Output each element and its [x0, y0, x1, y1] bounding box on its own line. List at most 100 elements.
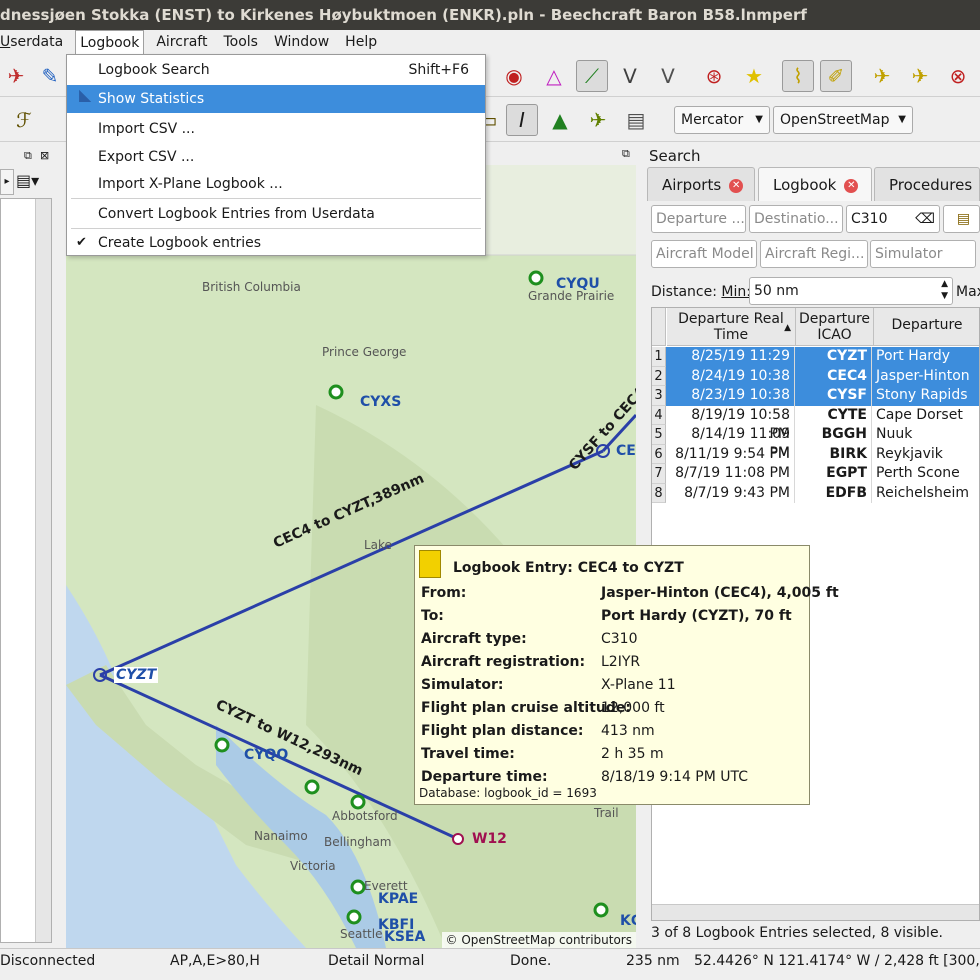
menu-item-show-statistics[interactable]: Show Statistics [67, 85, 485, 113]
table-row[interactable]: 4 8/19/19 10:58 PM CYTE Cape Dorset [652, 405, 979, 442]
menu-help[interactable]: Help [341, 30, 381, 54]
menu-item-logbook-search[interactable]: Logbook Search Shift+F6 [67, 56, 485, 84]
map-copyright: © OpenStreetMap contributors [441, 932, 636, 948]
table-cell: Stony Rapids [876, 387, 968, 403]
font-icon[interactable]: ℱ [8, 104, 40, 136]
map-label: Victoria [290, 859, 336, 873]
victor-airway-icon[interactable]: ⴸ [614, 60, 646, 92]
terrain-icon[interactable]: ▲ [544, 104, 576, 136]
radar-icon[interactable]: ◉ [498, 60, 530, 92]
column-header[interactable]: Departure [874, 308, 979, 346]
close-icon[interactable]: ✕ [729, 178, 744, 193]
table-row[interactable]: 8 8/7/19 9:43 PM EDFB Reichelsheim [652, 483, 979, 503]
close-icon[interactable]: ⊠ [40, 149, 49, 162]
tooltip-key: Simulator: [421, 677, 504, 693]
aircraft-reg-filter[interactable]: Aircraft Regi... [760, 240, 868, 268]
float-icon[interactable]: ⧉ [622, 147, 630, 161]
column-header[interactable]: Departure ICAO [796, 308, 874, 346]
table-row[interactable]: 6 8/11/19 9:54 PM BIRK Reykjavik [652, 444, 979, 464]
italic-icon[interactable]: I [506, 104, 538, 136]
aircraft-model-filter[interactable]: Aircraft Model [651, 240, 757, 268]
airway-icon[interactable]: ⟋ [576, 60, 608, 92]
table-row[interactable]: 7 8/7/19 11:08 PM EGPT Perth Scone [652, 464, 979, 484]
theme-select[interactable]: OpenStreetMap ▼ [773, 106, 913, 134]
list-icon[interactable]: ▤▾ [16, 169, 60, 195]
projection-select[interactable]: Mercator ▼ [674, 106, 770, 134]
menu-userdata[interactable]: Userdata [0, 30, 67, 54]
distance-min-spinbox[interactable]: 50 nm ▲ ▼ [749, 277, 953, 305]
airport-label[interactable]: CE [616, 443, 636, 459]
detail-status: Detail Normal [328, 953, 425, 969]
tooltip-key: Departure time: [421, 769, 548, 785]
airport-label[interactable]: CYQQ [244, 747, 288, 763]
airport-label[interactable]: KSEA [384, 929, 425, 945]
pointer-icon: ◣ [79, 85, 92, 104]
route-icon[interactable]: ⌇ [782, 60, 814, 92]
aircraft-type-filter[interactable]: C310 ⌫ [846, 205, 940, 233]
table-row[interactable]: 28/24/19 10:38 PMCEC4Jasper-Hinton [652, 366, 979, 403]
aircraft-icon[interactable]: ✈ [866, 60, 898, 92]
destination-filter[interactable]: Destinatio... [749, 205, 843, 233]
details-icon[interactable]: ▤ [620, 104, 652, 136]
scrollbar[interactable] [652, 904, 979, 920]
airport-label[interactable]: W12 [472, 831, 507, 847]
airport-label[interactable]: CYZT [114, 667, 159, 683]
tab-logbook[interactable]: Logbook ✕ [758, 167, 872, 201]
chevron-right-icon[interactable]: ▸ [0, 169, 14, 195]
tab-procedures[interactable]: Procedures✕ [874, 167, 980, 227]
spin-icon[interactable]: ▲ ▼ [941, 278, 948, 302]
menu-window[interactable]: Window [270, 30, 333, 54]
airport-label[interactable]: CYQU [556, 276, 600, 292]
table-row[interactable]: 18/25/19 11:29 PMCYZTPort Hardy [652, 347, 979, 383]
airplane-off-icon[interactable]: ✈ [0, 60, 32, 92]
airport-icon[interactable]: ✈ [582, 104, 614, 136]
airport-label[interactable]: KG [620, 913, 636, 929]
jet-airway-icon[interactable]: ⴸ [652, 60, 684, 92]
menu-logbook[interactable]: Logbook [75, 30, 145, 54]
map-label: Bellingham [324, 835, 392, 849]
table-cell: Perth Scone [876, 465, 960, 481]
menu-item-create-logbook[interactable]: ✔ Create Logbook entries [67, 229, 485, 257]
tab-airports[interactable]: Airports ✕ [647, 167, 755, 201]
aircraft-trail-icon[interactable]: ✈ [904, 60, 936, 92]
filter-icon[interactable]: ▤ [943, 205, 980, 233]
column-header[interactable]: Departure Real Time ▲ [667, 308, 796, 346]
table-row[interactable]: 5 8/14/19 11:09 PM BGGH Nuuk [652, 425, 979, 461]
table-cell: 8/24/19 10:38 PM [667, 366, 795, 403]
menu-item-convert-logbook[interactable]: Convert Logbook Entries from Userdata [67, 200, 485, 228]
tooltip-footer: Database: logbook_id = 1693 [419, 786, 597, 800]
table-cell: EGPT [796, 464, 872, 484]
table-cell: Reykjavik [876, 445, 943, 462]
airport-label[interactable]: CYXS [360, 394, 401, 410]
menu-item-import-csv[interactable]: Import CSV ... [67, 115, 485, 143]
tooltip-key: Aircraft registration: [421, 654, 586, 670]
float-icon[interactable]: ⧉ [24, 149, 32, 163]
corner-header [652, 308, 666, 346]
map-label: British Columbia [202, 280, 301, 294]
table-cell: CEC4 [796, 366, 872, 386]
table-row[interactable]: 3 8/23/19 10:38 PM CYSF Stony Rapids [652, 386, 979, 422]
menu-aircraft[interactable]: Aircraft [152, 30, 211, 54]
scrollbar[interactable] [35, 199, 51, 942]
tooltip-value: 8/18/19 9:14 PM UTC [601, 769, 749, 785]
table-cell: 8/7/19 11:08 PM [667, 464, 795, 484]
simulator-filter[interactable]: Simulator [870, 240, 976, 268]
close-icon[interactable]: ✕ [844, 178, 859, 193]
star-icon[interactable]: ★ [738, 60, 770, 92]
departure-filter[interactable]: Departure ... [651, 205, 746, 233]
triangle-icon[interactable]: △ [538, 60, 570, 92]
menu-tools[interactable]: Tools [219, 30, 262, 54]
marker-icon[interactable]: ✐ [820, 60, 852, 92]
clear-icon[interactable]: ⌫ [915, 206, 935, 232]
table-cell: 2 [652, 366, 666, 386]
connection-status: Disconnected [0, 953, 96, 969]
airport-label[interactable]: KPAE [378, 891, 418, 907]
logbook-icon [419, 550, 441, 578]
menu-item-export-csv[interactable]: Export CSV ... [67, 143, 485, 171]
table-cell: 8 [652, 483, 666, 503]
user-point-icon[interactable]: ⊛ [698, 60, 730, 92]
brush-icon[interactable]: ✎ [34, 60, 66, 92]
compass-icon[interactable]: ⊗ [942, 60, 974, 92]
tooltip-value: 12,000 ft [601, 700, 665, 716]
menu-item-import-xplane[interactable]: Import X-Plane Logbook ... [67, 170, 485, 198]
